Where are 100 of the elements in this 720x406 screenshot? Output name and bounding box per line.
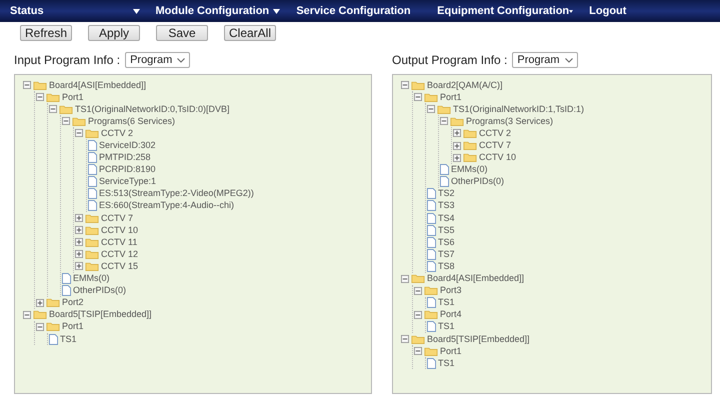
nav-link[interactable]: Logout: [589, 5, 626, 17]
tree-item[interactable]: ServiceType:1: [99, 176, 156, 188]
tree-item[interactable]: PMTPID:258: [99, 152, 151, 164]
expand-icon[interactable]: [75, 226, 83, 234]
tree-item[interactable]: CCTV 10: [101, 224, 138, 236]
nav-link[interactable]: Equipment Configuration: [437, 5, 570, 17]
file-icon: [62, 273, 71, 284]
file-icon: [440, 164, 449, 176]
collapse-icon[interactable]: [414, 347, 422, 356]
tree-item[interactable]: ServiceID:302: [99, 140, 156, 152]
tree-item[interactable]: EMMs(0): [451, 164, 488, 176]
collapse-icon[interactable]: [414, 93, 422, 102]
field-label: Input Program Info :: [14, 53, 120, 67]
caret-icon[interactable]: [132, 8, 140, 14]
nav-link[interactable]: Status: [10, 5, 44, 17]
nav-link[interactable]: Service Configuration: [296, 5, 411, 17]
program-select[interactable]: Program: [512, 52, 578, 68]
caret-icon[interactable]: [569, 8, 574, 14]
tree-item[interactable]: TS8: [438, 260, 455, 272]
tree-item[interactable]: CCTV 7: [101, 212, 134, 224]
tree-item[interactable]: TS3: [438, 200, 455, 212]
tree-item[interactable]: CCTV 2: [101, 128, 134, 139]
tree-item[interactable]: Port2: [62, 297, 84, 308]
tree-item[interactable]: Board2[QAM(A/C)]: [427, 80, 503, 91]
collapse-icon[interactable]: [401, 274, 409, 283]
tree-item[interactable]: CCTV 7: [479, 140, 512, 152]
tree-item[interactable]: Port1: [62, 92, 84, 103]
folder-icon: [33, 310, 47, 320]
collapse-icon[interactable]: [23, 81, 31, 90]
folder-icon: [85, 250, 99, 259]
tree-item[interactable]: Port1: [440, 92, 462, 103]
file-icon: [427, 212, 436, 224]
tree-item[interactable]: OtherPIDs(0): [451, 176, 504, 188]
tree-item[interactable]: TS1(OriginalNetworkID:1,TsID:1): [453, 104, 584, 115]
tree-item[interactable]: TS7: [438, 248, 455, 260]
caret-icon[interactable]: [273, 8, 280, 14]
expand-icon[interactable]: [453, 142, 461, 150]
tree-item[interactable]: Programs(3 Services): [466, 116, 554, 127]
expand-icon[interactable]: [453, 129, 461, 138]
tree-item[interactable]: OtherPIDs(0): [73, 285, 126, 296]
tree-item[interactable]: Board5[TSIP[Embedded]]: [49, 309, 152, 320]
tree-item[interactable]: Board5[TSIP[Embedded]]: [427, 334, 530, 345]
file-icon: [88, 152, 97, 164]
tree-item[interactable]: TS1(OriginalNetworkID:0,TsID:0)[DVB]: [75, 104, 230, 115]
tree-item[interactable]: CCTV 10: [479, 152, 516, 164]
tree-item[interactable]: Port1: [440, 346, 462, 357]
collapse-icon[interactable]: [401, 81, 409, 90]
file-icon: [427, 188, 436, 200]
expand-icon[interactable]: [453, 154, 461, 162]
file-icon: [427, 260, 436, 272]
tree-item[interactable]: Board4[ASI[Embedded]]: [49, 80, 146, 91]
collapse-icon[interactable]: [414, 286, 422, 295]
tree-item[interactable]: TS1: [438, 297, 455, 308]
tree-item[interactable]: TS4: [438, 212, 455, 224]
collapse-icon[interactable]: [427, 105, 435, 114]
collapse-icon[interactable]: [440, 117, 448, 126]
tree-item[interactable]: CCTV 12: [101, 248, 138, 260]
collapse-icon[interactable]: [36, 322, 44, 331]
toolbar-button[interactable]: Save: [156, 25, 208, 41]
tree-item[interactable]: Programs(6 Services): [88, 116, 176, 127]
tree-item[interactable]: Board4[ASI[Embedded]]: [427, 273, 524, 284]
expand-icon[interactable]: [75, 238, 83, 246]
tree-item[interactable]: TS6: [438, 236, 455, 248]
nav-link[interactable]: Module Configuration: [156, 5, 270, 17]
expand-icon[interactable]: [36, 298, 44, 307]
collapse-icon[interactable]: [62, 117, 70, 126]
program-select[interactable]: Program: [125, 52, 190, 68]
collapse-icon[interactable]: [23, 310, 31, 319]
tree-item[interactable]: CCTV 2: [479, 128, 512, 139]
toolbar-button[interactable]: Apply: [88, 25, 140, 41]
collapse-icon[interactable]: [401, 335, 409, 344]
expand-icon[interactable]: [75, 214, 83, 222]
collapse-icon[interactable]: [36, 93, 44, 102]
tree-item[interactable]: Port4: [440, 309, 462, 320]
tree-item[interactable]: CCTV 15: [101, 260, 138, 272]
tree-item[interactable]: Port1: [62, 321, 84, 332]
toolbar-button[interactable]: ClearAll: [224, 25, 276, 41]
toolbar-button[interactable]: Refresh: [20, 25, 72, 41]
collapse-icon[interactable]: [75, 129, 83, 138]
tree-item[interactable]: CCTV 11: [101, 236, 138, 248]
folder-icon: [463, 141, 477, 150]
expand-icon[interactable]: [75, 262, 83, 270]
tree-item[interactable]: ES:660(StreamType:4-Audio--chi): [99, 200, 234, 212]
collapse-icon[interactable]: [414, 310, 422, 319]
tree-item[interactable]: ES:513(StreamType:2-Video(MPEG2)): [99, 188, 254, 200]
collapse-icon[interactable]: [49, 105, 57, 114]
tree-item[interactable]: EMMs(0): [73, 273, 110, 284]
tree-item[interactable]: TS1: [438, 321, 455, 332]
file-icon: [88, 188, 97, 200]
expand-icon[interactable]: [75, 250, 83, 258]
tree-item[interactable]: Port3: [440, 285, 462, 296]
tree-item[interactable]: TS1: [438, 358, 455, 369]
file-icon: [427, 248, 436, 260]
folder-icon: [46, 322, 60, 332]
tree-item[interactable]: TS5: [438, 224, 455, 236]
tree-item[interactable]: TS1: [60, 334, 77, 345]
tree-item[interactable]: TS2: [438, 188, 455, 200]
file-icon: [440, 176, 449, 188]
folder-icon: [85, 262, 99, 271]
tree-item[interactable]: PCRPID:8190: [99, 164, 156, 176]
